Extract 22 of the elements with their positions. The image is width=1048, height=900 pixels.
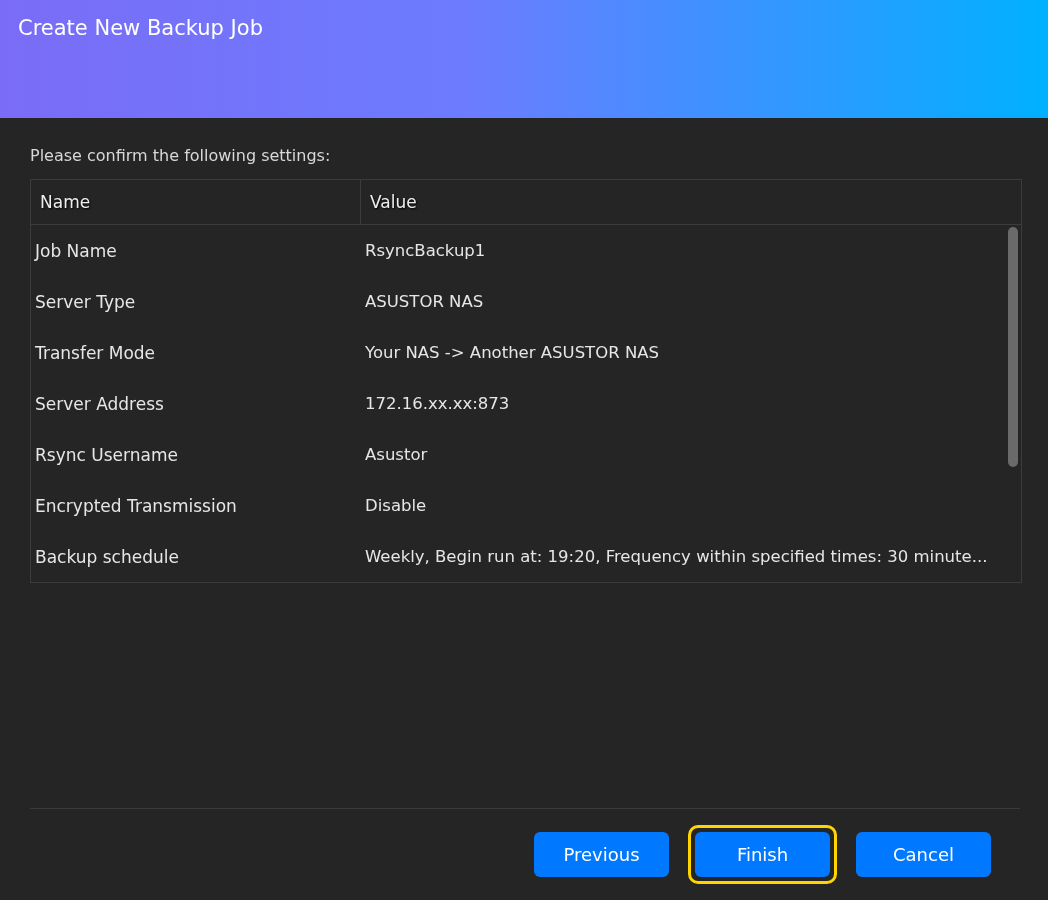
scrollbar-thumb[interactable] xyxy=(1008,227,1018,467)
table-cell-text: Job Name xyxy=(33,240,118,261)
table-cell-text: Your NAS -> Another ASUSTOR NAS xyxy=(364,343,660,362)
table-cell-text: Disable xyxy=(364,496,428,515)
table-cell-text: ASUSTOR NAS xyxy=(364,292,485,311)
column-header: Value xyxy=(369,191,418,214)
table-cell-text: Weekly, Begin run at: 19:20, Frequency within specified times: 30 minute... xyxy=(364,547,989,566)
dialog-button[interactable]: Previous xyxy=(534,832,669,877)
column-header: Name xyxy=(31,180,361,224)
table-cell-text: Server Type xyxy=(34,291,137,312)
table-cell-text: Transfer Mode xyxy=(34,342,157,363)
table-cell-text: Asustor xyxy=(364,445,429,464)
table-cell-text: Encrypted Transmission xyxy=(34,495,238,516)
dialog-button[interactable]: Finish xyxy=(695,832,830,877)
table-cell-text: Backup schedule xyxy=(34,546,180,567)
window-title: Create New Backup Job xyxy=(18,16,263,40)
table-cell-text: Rsync Username xyxy=(34,444,179,465)
instruction-text: Please confirm the following settings: xyxy=(30,146,332,165)
table-cell-text: 172.16.xx.xx:873 xyxy=(364,394,511,413)
table-cell-text: Server Address xyxy=(34,393,165,414)
table-cell-text: RsyncBackup1 xyxy=(364,241,487,260)
dialog-button[interactable]: Cancel xyxy=(856,832,991,877)
